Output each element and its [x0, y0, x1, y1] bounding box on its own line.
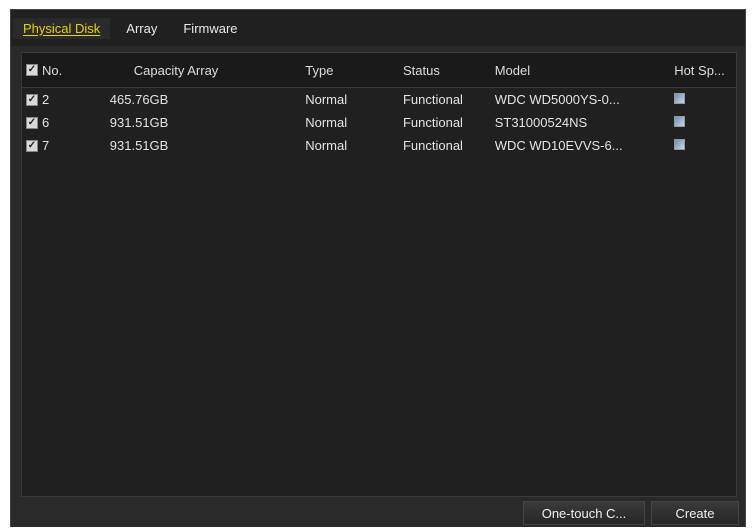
table-row[interactable]: ✓ 2 465.76GB Normal Functional WDC WD500…: [22, 88, 736, 111]
checkbox-checked-icon[interactable]: ✓: [26, 116, 38, 129]
tab-array[interactable]: Array: [116, 18, 167, 39]
header-model[interactable]: Model: [487, 63, 666, 78]
row-status: Functional: [402, 115, 463, 130]
header-no-label: No.: [42, 62, 63, 78]
row-no: 6: [42, 115, 50, 130]
header-hot-spare[interactable]: Hot Sp...: [666, 63, 736, 78]
row-no-cell: ✓ 2: [22, 92, 100, 107]
row-capacity: 931.51GB: [109, 115, 169, 130]
table-header: ✓ No. Capacity Array Type Status Model H…: [22, 53, 736, 88]
row-capacity: 465.76GB: [109, 92, 169, 107]
hot-spare-icon[interactable]: [674, 139, 686, 150]
physical-disk-table: ✓ No. Capacity Array Type Status Model H…: [21, 52, 737, 497]
one-touch-config-button[interactable]: One-touch C...: [523, 501, 645, 525]
create-button[interactable]: Create: [651, 501, 739, 525]
checkbox-checked-icon[interactable]: ✓: [26, 93, 38, 106]
row-model: ST31000524NS: [494, 115, 588, 130]
table-row[interactable]: ✓ 7 931.51GB Normal Functional WDC WD10E…: [22, 134, 736, 157]
raid-config-panel: Physical Disk Array Firmware ✓ No. Capac…: [10, 9, 746, 527]
row-model: WDC WD10EVVS-6...: [494, 138, 623, 153]
row-no: 2: [42, 92, 50, 107]
header-type[interactable]: Type: [295, 63, 393, 78]
hot-spare-icon[interactable]: [674, 93, 686, 104]
row-no: 7: [42, 138, 50, 153]
tab-bar: Physical Disk Array Firmware: [11, 10, 745, 46]
row-status: Functional: [402, 138, 463, 153]
row-type: Normal: [305, 115, 348, 130]
row-no-cell: ✓ 7: [22, 138, 100, 153]
row-hot-spare: [666, 138, 736, 153]
row-no-cell: ✓ 6: [22, 115, 100, 130]
checkbox-checked-icon[interactable]: ✓: [26, 139, 38, 152]
tab-firmware[interactable]: Firmware: [173, 18, 247, 39]
row-hot-spare: [666, 115, 736, 130]
row-status: Functional: [402, 92, 463, 107]
row-capacity: 931.51GB: [109, 138, 169, 153]
row-hot-spare: [666, 92, 736, 107]
header-status[interactable]: Status: [393, 63, 487, 78]
row-type: Normal: [305, 92, 348, 107]
table-row[interactable]: ✓ 6 931.51GB Normal Functional ST3100052…: [22, 111, 736, 134]
tab-physical-disk[interactable]: Physical Disk: [13, 17, 111, 39]
header-no: ✓ No.: [22, 63, 100, 78]
footer-bar: One-touch C... Create: [11, 497, 745, 527]
row-model: WDC WD5000YS-0...: [494, 92, 620, 107]
select-all-checkbox[interactable]: ✓: [26, 64, 38, 76]
row-type: Normal: [305, 138, 348, 153]
header-capacity[interactable]: Capacity Array: [100, 63, 296, 78]
hot-spare-icon[interactable]: [674, 116, 686, 127]
